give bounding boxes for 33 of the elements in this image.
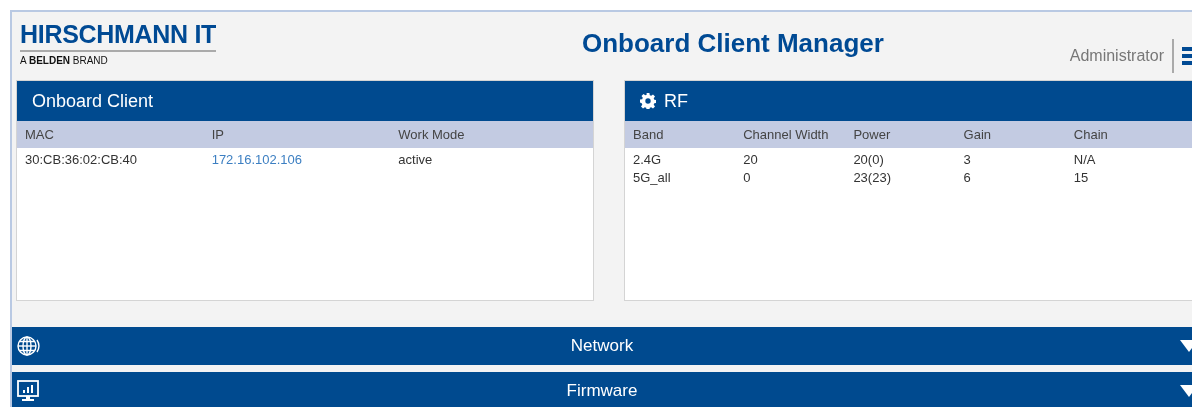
logo-text: HIRSCHMANN IT — [20, 20, 217, 52]
table-cell-text: 20 — [743, 151, 759, 169]
column-header: Gain — [963, 127, 993, 142]
table-cell-text: 5G_all — [633, 169, 672, 187]
page-title: Onboard Client Manager — [580, 27, 885, 59]
column-header: Power — [853, 127, 892, 142]
table-cell-text: 23(23) — [853, 169, 892, 187]
table-cell-text: 20(0) — [853, 151, 885, 169]
logo-tagline: A BELDEN BRAND — [20, 55, 109, 66]
table-cell-text: active — [398, 151, 434, 169]
globe-icon — [16, 334, 40, 358]
column-header: MAC — [25, 127, 55, 142]
column-header: Channel Width — [743, 127, 830, 142]
table-cell-text: N/A — [1073, 151, 1097, 169]
column-header: Band — [633, 127, 665, 142]
table-cell-text: 3 — [963, 151, 972, 169]
user-name[interactable]: Administrator — [1069, 47, 1164, 65]
ip-link[interactable]: 172.16.102.106 — [211, 151, 399, 169]
monitor-chart-icon — [16, 379, 40, 403]
menu-icon[interactable] — [1182, 45, 1192, 67]
column-header: Work Mode — [398, 127, 466, 142]
section-bar[interactable]: Firmware — [12, 372, 1192, 407]
table-cell-text: 15 — [1073, 169, 1090, 187]
column-header: Chain — [1073, 127, 1109, 142]
table-cell-text: 30:CB:36:02:CB:40 — [25, 151, 139, 169]
panel-title: RF — [664, 90, 688, 112]
panel-title: Onboard Client — [32, 90, 154, 112]
section-bar[interactable]: Network — [12, 327, 1192, 365]
table-cell-text: 0 — [743, 169, 752, 187]
table-cell-text: 2.4G — [633, 151, 663, 169]
column-header: IP — [211, 127, 225, 142]
gear-icon — [640, 93, 656, 109]
table-cell-text: 6 — [963, 169, 972, 187]
